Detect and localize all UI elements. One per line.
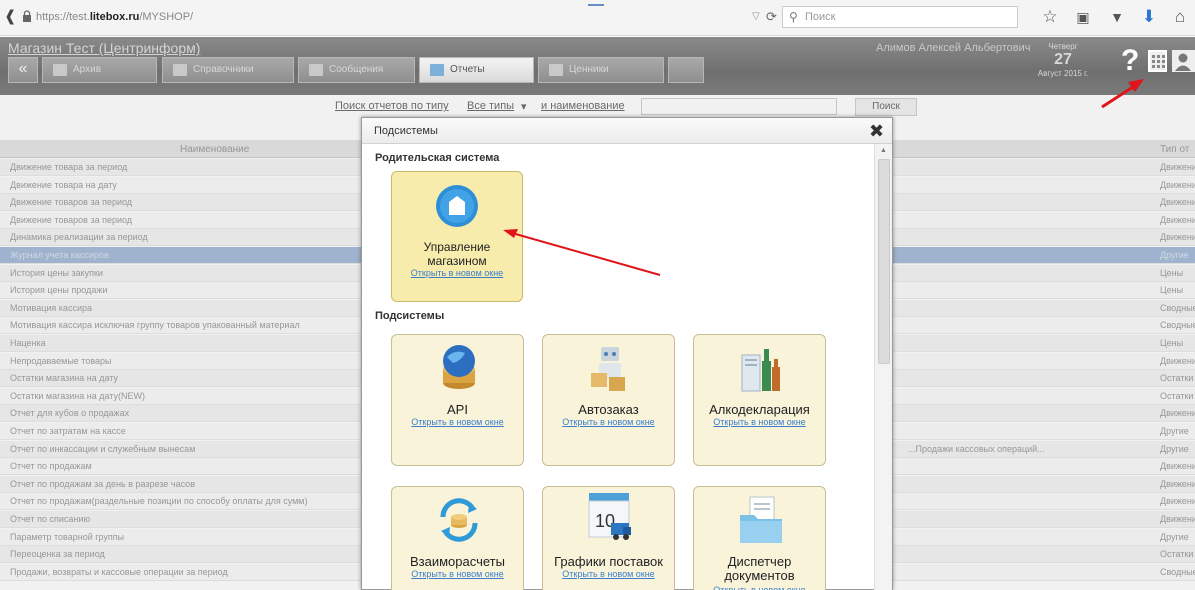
annotation-arrows	[503, 79, 1144, 276]
annotation-arrowhead	[503, 229, 518, 238]
